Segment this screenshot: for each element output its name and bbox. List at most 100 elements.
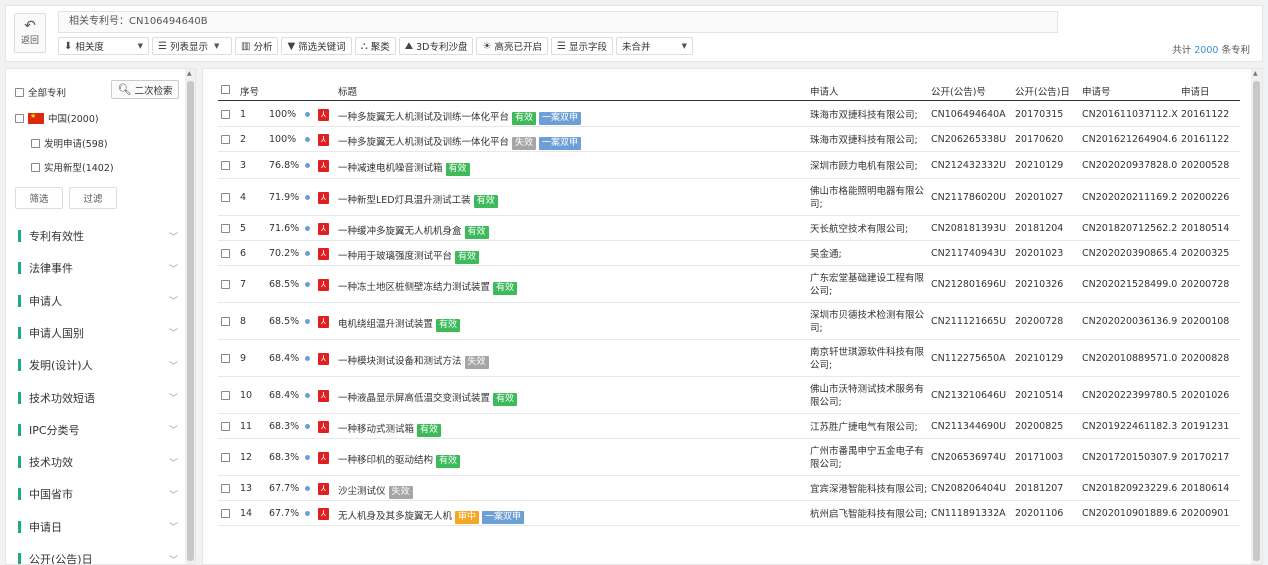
- table-row[interactable]: 7 68.5% ⅄ 一种冻土地区桩侧壁冻结力测试装置 有效 广东宏堂基础建设工程有限公司;…: [218, 266, 1240, 303]
- row-title-link[interactable]: 一种冻土地区桩侧壁冻结力测试装置: [338, 282, 490, 293]
- filter-keywords-button[interactable]: ▼ 筛选关键词: [281, 37, 352, 55]
- row-checkbox[interactable]: [221, 452, 230, 462]
- row-pub-no[interactable]: CN206265338U: [931, 134, 1006, 145]
- analyze-button[interactable]: ▥ 分析: [235, 37, 279, 55]
- row-checkbox[interactable]: [221, 223, 230, 233]
- table-scrollbar[interactable]: ▲: [1251, 69, 1262, 564]
- row-checkbox[interactable]: [221, 483, 230, 493]
- row-pub-no[interactable]: CN111891332A: [931, 508, 1006, 519]
- related-patent-field[interactable]: 相关专利号：CN106494640B: [58, 11, 1058, 33]
- row-checkbox[interactable]: [221, 279, 230, 289]
- pdf-icon[interactable]: ⅄: [318, 420, 329, 433]
- facet-3[interactable]: 申请人国别 ﹀: [18, 323, 178, 343]
- facet-9[interactable]: 申请日 ﹀: [18, 517, 178, 537]
- table-row[interactable]: 12 68.3% ⅄ 一种移印机的驱动结构 有效 广州市番禺申宁五金电子有限公司; CN20…: [218, 439, 1240, 476]
- row-pub-no[interactable]: CN211344690U: [931, 421, 1006, 432]
- row-checkbox[interactable]: [221, 390, 230, 400]
- row-title-link[interactable]: 一种用于玻璃强度测试平台: [338, 251, 452, 262]
- row-checkbox[interactable]: [221, 421, 230, 431]
- pdf-icon[interactable]: ⅄: [318, 482, 329, 495]
- row-pub-no[interactable]: CN211740943U: [931, 248, 1006, 259]
- highlight-button[interactable]: ☀ 高亮已开启: [476, 37, 548, 55]
- row-title-link[interactable]: 一种减速电机噪音测试箱: [338, 163, 443, 174]
- row-pub-no[interactable]: CN106494640A: [931, 109, 1006, 120]
- row-applicant[interactable]: 深圳市顾力电机有限公司;: [810, 160, 928, 173]
- sandbox-button[interactable]: ⛰ 3D专利沙盘: [398, 37, 474, 55]
- table-row[interactable]: 14 67.7% ⅄ 无人机身及其多旋翼无人机 审中 一案双申 杭州启飞智能科技有限公司; C…: [218, 501, 1240, 526]
- row-pub-no[interactable]: CN211786020U: [931, 192, 1006, 203]
- checkbox[interactable]: [15, 87, 24, 97]
- merge-select[interactable]: 未合并 ▼: [615, 37, 693, 55]
- row-title-link[interactable]: 一种液晶显示屏高低温交变测试装置: [338, 393, 490, 404]
- pdf-icon[interactable]: ⅄: [318, 108, 329, 121]
- row-title-link[interactable]: 一种模块测试设备和测试方法: [338, 356, 462, 367]
- utility-checkbox[interactable]: 实用新型(1402): [31, 160, 114, 174]
- row-pub-no[interactable]: CN211121665U: [931, 316, 1006, 327]
- row-title-link[interactable]: 一种多旋翼无人机测试及训练一体化平台: [338, 137, 509, 148]
- select-all-checkbox[interactable]: [221, 85, 230, 94]
- row-pub-no[interactable]: CN206536974U: [931, 452, 1006, 463]
- row-applicant[interactable]: 南京轩世琪源软件科技有限公司;: [810, 346, 928, 372]
- row-title-link[interactable]: 一种缓冲多旋翼无人机机身盒: [338, 226, 462, 237]
- row-checkbox[interactable]: [221, 316, 230, 326]
- scrollbar-thumb[interactable]: [187, 81, 194, 561]
- facet-0[interactable]: 专利有效性 ﹀: [18, 226, 178, 246]
- table-row[interactable]: 13 67.7% ⅄ 沙尘测试仪 失效 宜宾深港智能科技有限公司; CN208206404U…: [218, 476, 1240, 501]
- fields-button[interactable]: ☰ 显示字段: [550, 37, 613, 55]
- row-checkbox[interactable]: [221, 508, 230, 518]
- row-checkbox[interactable]: [221, 109, 230, 119]
- sidebar-scrollbar[interactable]: ▲: [185, 69, 195, 564]
- row-applicant[interactable]: 佛山市格能照明电器有限公司;: [810, 185, 928, 211]
- row-applicant[interactable]: 佛山市沃特测试技术服务有限公司;: [810, 383, 928, 409]
- pdf-icon[interactable]: ⅄: [318, 278, 329, 291]
- checkbox[interactable]: [15, 113, 24, 123]
- pdf-icon[interactable]: ⅄: [318, 315, 329, 328]
- row-pub-no[interactable]: CN213210646U: [931, 390, 1006, 401]
- row-applicant[interactable]: 天长航空技术有限公司;: [810, 223, 928, 236]
- row-checkbox[interactable]: [221, 160, 230, 170]
- pdf-icon[interactable]: ⅄: [318, 507, 329, 520]
- cluster-button[interactable]: ⛬ 聚类: [354, 37, 396, 55]
- row-pub-no[interactable]: CN208181393U: [931, 223, 1006, 234]
- pdf-icon[interactable]: ⅄: [318, 389, 329, 402]
- row-checkbox[interactable]: [221, 192, 230, 202]
- row-applicant[interactable]: 宜宾深港智能科技有限公司;: [810, 483, 928, 496]
- table-row[interactable]: 9 68.4% ⅄ 一种模块测试设备和测试方法 失效 南京轩世琪源软件科技有限公司; CN1…: [218, 340, 1240, 377]
- pdf-icon[interactable]: ⅄: [318, 352, 329, 365]
- exclude-button[interactable]: 过滤: [69, 187, 117, 209]
- row-title-link[interactable]: 一种移印机的驱动结构: [338, 455, 433, 466]
- pdf-icon[interactable]: ⅄: [318, 451, 329, 464]
- china-checkbox[interactable]: 中国(2000): [15, 111, 99, 125]
- pdf-icon[interactable]: ⅄: [318, 222, 329, 235]
- row-title-link[interactable]: 无人机身及其多旋翼无人机: [338, 511, 452, 522]
- row-checkbox[interactable]: [221, 248, 230, 258]
- table-row[interactable]: 2 100% ⅄ 一种多旋翼无人机测试及训练一体化平台 失效 一案双申 珠海市双捷科技有限公…: [218, 127, 1240, 152]
- pdf-icon[interactable]: ⅄: [318, 191, 329, 204]
- facet-8[interactable]: 中国省市 ﹀: [18, 484, 178, 504]
- row-title-link[interactable]: 一种新型LED灯具温升测试工装: [338, 195, 471, 206]
- facet-10[interactable]: 公开(公告)日 ﹀: [18, 549, 178, 564]
- facet-6[interactable]: IPC分类号 ﹀: [18, 420, 178, 440]
- filter-button[interactable]: 筛选: [15, 187, 63, 209]
- pdf-icon[interactable]: ⅄: [318, 133, 329, 146]
- row-applicant[interactable]: 吴金通;: [810, 248, 928, 261]
- all-patents-checkbox[interactable]: 全部专利: [15, 85, 66, 99]
- row-applicant[interactable]: 杭州启飞智能科技有限公司;: [810, 508, 928, 521]
- second-search-button[interactable]: 🔍︎ 二次检索: [111, 80, 179, 99]
- row-pub-no[interactable]: CN212432332U: [931, 160, 1006, 171]
- row-title-link[interactable]: 沙尘测试仪: [338, 486, 386, 497]
- table-row[interactable]: 1 100% ⅄ 一种多旋翼无人机测试及训练一体化平台 有效 一案双申 珠海市双捷科技有限公…: [218, 102, 1240, 127]
- row-pub-no[interactable]: CN112275650A: [931, 353, 1006, 364]
- row-checkbox[interactable]: [221, 353, 230, 363]
- row-applicant[interactable]: 深圳市贝德技术检测有限公司;: [810, 309, 928, 335]
- row-applicant[interactable]: 珠海市双捷科技有限公司;: [810, 134, 928, 147]
- invention-checkbox[interactable]: 发明申请(598): [31, 136, 108, 150]
- list-view-select[interactable]: ☰ 列表显示 ▼: [152, 37, 232, 55]
- row-applicant[interactable]: 广东宏堂基础建设工程有限公司;: [810, 272, 928, 298]
- table-row[interactable]: 11 68.3% ⅄ 一种移动式测试箱 有效 江苏胜广捷电气有限公司; CN21134469…: [218, 414, 1240, 439]
- row-pub-no[interactable]: CN208206404U: [931, 483, 1006, 494]
- sort-select[interactable]: ⬇ 相关度 ▼: [58, 37, 149, 55]
- row-title-link[interactable]: 电机绕组温升测试装置: [338, 319, 433, 330]
- table-row[interactable]: 6 70.2% ⅄ 一种用于玻璃强度测试平台 有效 吴金通; CN211740943U 202…: [218, 241, 1240, 266]
- checkbox[interactable]: [31, 138, 40, 148]
